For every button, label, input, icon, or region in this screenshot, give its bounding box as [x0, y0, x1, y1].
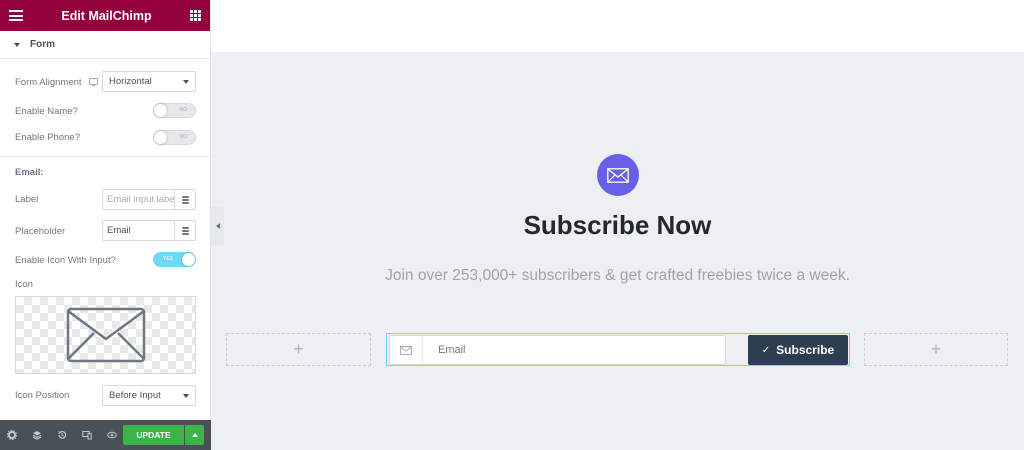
caret-up-icon — [191, 433, 198, 437]
mail-badge-icon — [597, 154, 639, 196]
enable-phone-label: Enable Phone? — [15, 132, 80, 143]
save-options-button[interactable] — [185, 425, 204, 445]
enable-icon-toggle[interactable]: YES — [153, 252, 196, 267]
checkmark-icon: ✓ — [761, 344, 771, 356]
section-title: Form — [30, 39, 55, 50]
database-icon — [181, 226, 189, 235]
form-alignment-value: Horizontal — [109, 76, 152, 87]
chevron-down-icon — [183, 80, 189, 84]
label-input-placeholder: Email input label — [107, 194, 174, 205]
divider — [0, 156, 210, 157]
subscribe-button[interactable]: ✓ Subscribe — [748, 335, 848, 365]
widgets-grid-icon[interactable] — [190, 10, 201, 21]
plus-icon: + — [930, 339, 942, 359]
toggle-text: YES — [163, 256, 174, 262]
icon-picker[interactable] — [15, 296, 196, 374]
email-heading: Email: — [15, 167, 44, 178]
enable-phone-toggle[interactable]: NO — [153, 130, 196, 145]
mailchimp-form: Email ✓ Subscribe — [386, 333, 850, 366]
email-placeholder: Email — [438, 344, 466, 356]
envelope-icon — [607, 167, 629, 183]
panel-title: Edit MailChimp — [61, 8, 152, 23]
subscribe-button-label: Subscribe — [776, 343, 835, 357]
plus-icon: + — [293, 339, 304, 359]
database-icon — [181, 195, 189, 204]
desktop-icon[interactable] — [89, 78, 98, 86]
preview-eye-icon[interactable] — [107, 430, 117, 440]
icon-label: Icon — [15, 279, 33, 290]
history-icon[interactable] — [57, 430, 67, 440]
subscribe-subtitle: Join over 253,000+ subscribers & get cra… — [385, 267, 850, 284]
editor-panel: Edit MailChimp Form Form Alignment Horiz… — [0, 0, 211, 450]
form-alignment-label: Form Alignment — [15, 77, 82, 88]
panel-footer: UPDATE — [0, 420, 211, 450]
toggle-text: NO — [179, 107, 188, 113]
label-input[interactable]: Email input label — [102, 189, 196, 210]
icon-position-select[interactable]: Before Input — [102, 385, 196, 406]
icon-position-value: Before Input — [109, 390, 161, 401]
input-icon-box — [390, 336, 423, 364]
add-widget-right[interactable]: + — [864, 333, 1008, 366]
enable-name-toggle[interactable]: NO — [153, 103, 196, 118]
responsive-mode-icon[interactable] — [82, 430, 92, 440]
toggle-knob — [182, 253, 195, 266]
canvas-header-area — [211, 0, 1024, 52]
toggle-knob — [154, 131, 167, 144]
icon-position-label: Icon Position — [15, 390, 70, 401]
enable-icon-label: Enable Icon With Input? — [15, 255, 116, 266]
placeholder-input-value: Email — [107, 225, 131, 236]
placeholder-field-label: Placeholder — [15, 226, 66, 237]
subscribe-heading: Subscribe Now — [523, 210, 712, 240]
panel-header: Edit MailChimp — [0, 0, 210, 31]
settings-gear-icon[interactable] — [7, 430, 17, 440]
toggle-knob — [154, 104, 167, 117]
dynamic-tags-button[interactable] — [174, 190, 195, 209]
chevron-down-icon — [183, 394, 189, 398]
enable-name-label: Enable Name? — [15, 106, 78, 117]
preview-canvas: Subscribe Now Join over 253,000+ subscri… — [211, 0, 1024, 450]
label-field-label: Label — [15, 194, 39, 205]
email-input[interactable]: Email — [389, 335, 726, 365]
layers-icon[interactable] — [32, 430, 42, 440]
envelope-icon — [400, 345, 412, 355]
caret-down-icon — [14, 42, 20, 47]
envelope-icon — [66, 307, 146, 363]
canvas-section — [211, 52, 1024, 450]
add-widget-left[interactable]: + — [226, 333, 371, 366]
placeholder-input[interactable]: Email — [102, 220, 196, 241]
toggle-text: NO — [179, 134, 188, 140]
form-alignment-select[interactable]: Horizontal — [102, 71, 196, 92]
dynamic-tags-button[interactable] — [174, 221, 195, 240]
menu-icon[interactable] — [9, 10, 23, 21]
form-section-toggle[interactable]: Form — [0, 31, 210, 59]
update-button[interactable]: UPDATE — [123, 425, 184, 445]
